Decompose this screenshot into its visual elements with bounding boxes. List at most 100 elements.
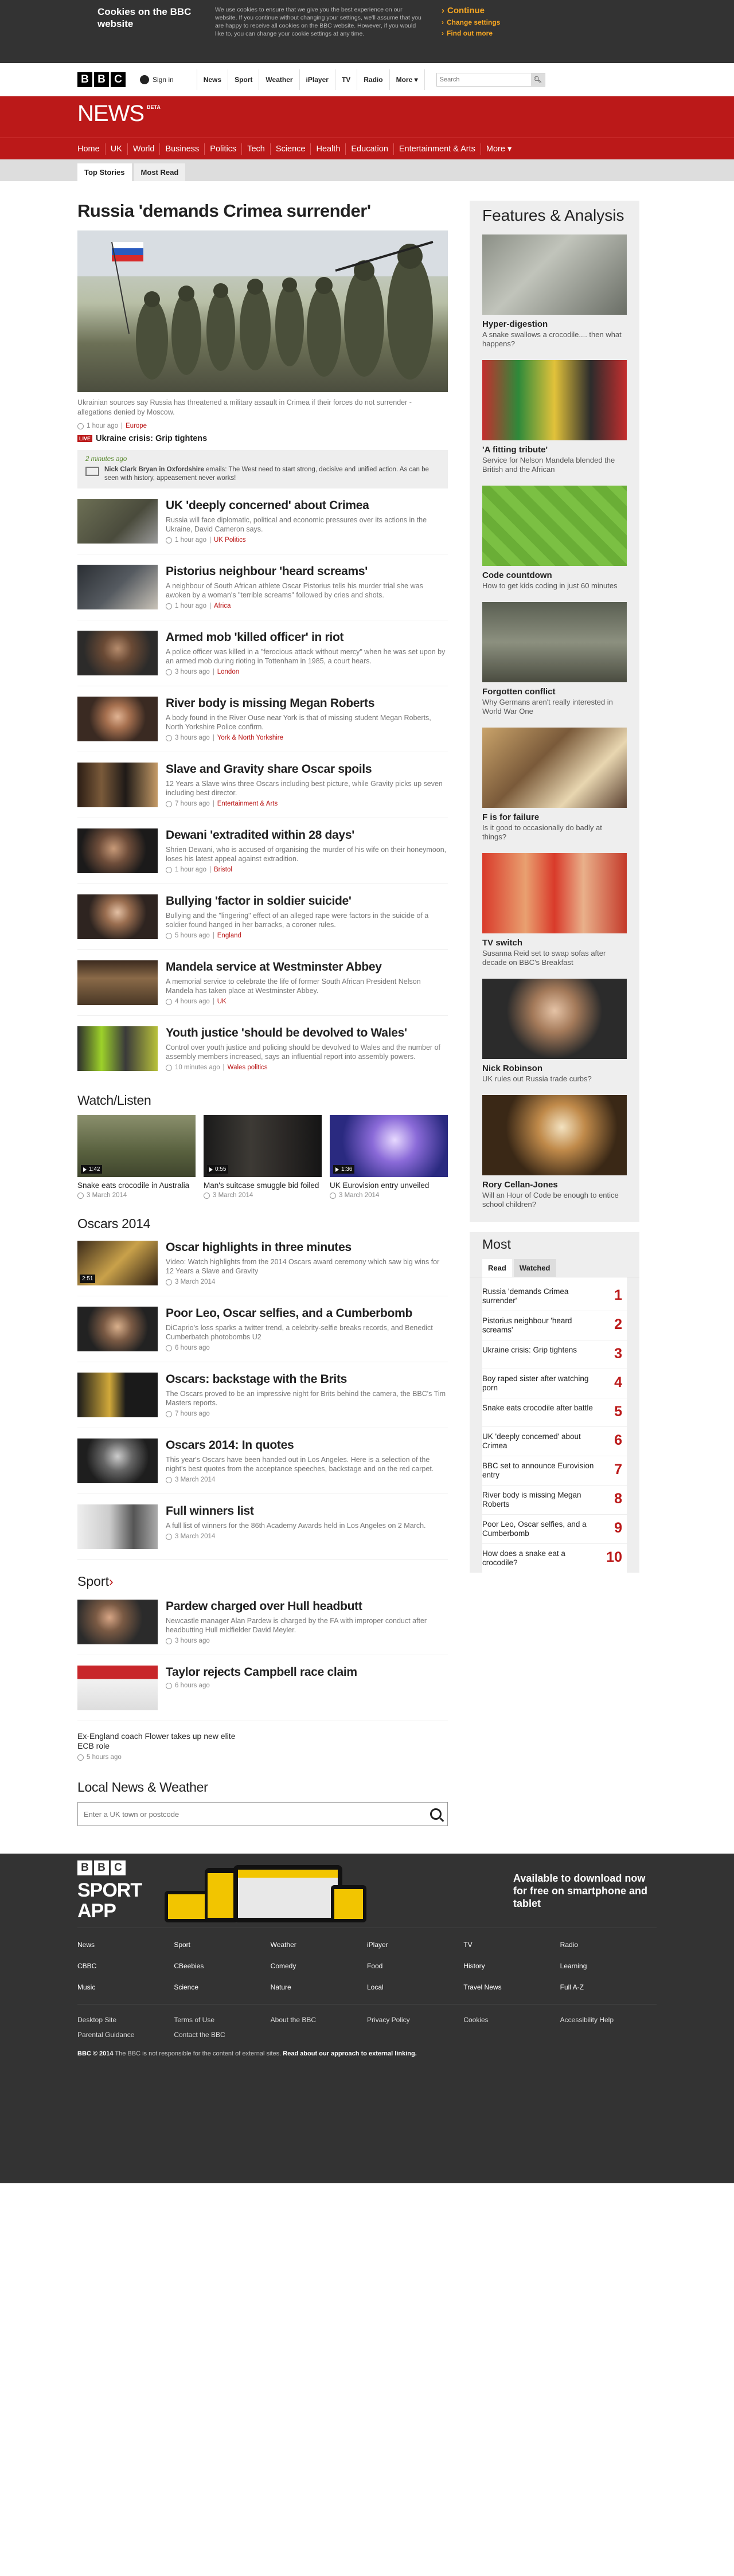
footer-link[interactable]: Food: [367, 1962, 463, 1970]
feature-title[interactable]: Nick Robinson: [482, 1064, 627, 1073]
legal-link[interactable]: About the BBC: [271, 2016, 367, 2024]
global-nav-radio[interactable]: Radio: [357, 69, 390, 90]
footer-link[interactable]: Weather: [271, 1941, 367, 1949]
change-settings-link[interactable]: › Change settings: [442, 18, 500, 26]
list-item[interactable]: UK 'deeply concerned' about Crimea 6: [482, 1427, 627, 1456]
nav-more[interactable]: More ▾: [481, 143, 517, 155]
story-item[interactable]: Poor Leo, Oscar selfies, and a Cumberbom…: [77, 1296, 448, 1362]
global-nav-weather[interactable]: Weather: [259, 69, 300, 90]
legal-link[interactable]: Parental Guidance: [77, 2031, 174, 2039]
section-link[interactable]: York & North Yorkshire: [217, 734, 283, 741]
footer-link[interactable]: Music: [77, 1983, 174, 1991]
footer-link[interactable]: Learning: [560, 1962, 657, 1970]
sport-app-promo[interactable]: BBC SPORT APP Available to download now: [77, 1854, 657, 1928]
nav-home[interactable]: Home: [77, 143, 106, 155]
footer-link[interactable]: iPlayer: [367, 1941, 463, 1949]
story-headline[interactable]: Mandela service at Westminster Abbey: [166, 960, 448, 974]
list-item[interactable]: How does a snake eat a crocodile? 10: [482, 1544, 627, 1573]
footer-link[interactable]: News: [77, 1941, 174, 1949]
nav-politics[interactable]: Politics: [205, 143, 243, 155]
story-item[interactable]: Armed mob 'killed officer' in riot A poli…: [77, 620, 448, 686]
video-title[interactable]: Snake eats crocodile in Australia: [77, 1181, 196, 1190]
global-nav-tv[interactable]: TV: [335, 69, 358, 90]
external-linking-link[interactable]: Read about our approach to external link…: [283, 2050, 416, 2057]
legal-link[interactable]: Privacy Policy: [367, 2016, 463, 2024]
list-item[interactable]: Boy raped sister after watching porn 4: [482, 1369, 627, 1398]
section-link[interactable]: UK: [217, 998, 227, 1005]
feature-item[interactable]: Nick Robinson UK rules out Russia trade c…: [482, 979, 627, 1084]
feature-title[interactable]: 'A fitting tribute': [482, 445, 627, 455]
section-link[interactable]: Bristol: [214, 866, 232, 873]
nav-world[interactable]: World: [128, 143, 161, 155]
section-link[interactable]: Entertainment & Arts: [217, 800, 278, 807]
feature-title[interactable]: Rory Cellan-Jones: [482, 1180, 627, 1190]
list-item[interactable]: Russia 'demands Crimea surrender' 1: [482, 1282, 627, 1311]
nav-entertainment[interactable]: Entertainment & Arts: [394, 143, 481, 155]
story-headline[interactable]: Ex-England coach Flower takes up new eli…: [77, 1731, 244, 1751]
feature-title[interactable]: Code countdown: [482, 570, 627, 580]
story-headline[interactable]: Slave and Gravity share Oscar spoils: [166, 763, 448, 776]
tab-watched[interactable]: Watched: [513, 1259, 556, 1277]
story-headline[interactable]: Pardew charged over Hull headbutt: [166, 1600, 448, 1613]
tab-top-stories[interactable]: Top Stories: [77, 163, 132, 181]
section-link[interactable]: England: [217, 932, 241, 939]
feature-item[interactable]: 'A fitting tribute' Service for Nelson Ma…: [482, 360, 627, 474]
global-nav-sport[interactable]: Sport: [228, 69, 260, 90]
footer-link[interactable]: Local: [367, 1983, 463, 1991]
story-headline[interactable]: Oscars 2014: In quotes: [166, 1439, 448, 1452]
story-headline[interactable]: Oscars: backstage with the Brits: [166, 1373, 448, 1386]
story-item[interactable]: Oscars: backstage with the Brits The Osca…: [77, 1362, 448, 1428]
story-headline[interactable]: River body is missing Megan Roberts: [166, 697, 448, 710]
find-out-more-link[interactable]: › Find out more: [442, 29, 500, 37]
nav-uk[interactable]: UK: [106, 143, 128, 155]
story-item[interactable]: Taylor rejects Campbell race claim 6 hour…: [77, 1655, 448, 1721]
section-link[interactable]: London: [217, 669, 239, 675]
story-item[interactable]: Oscars 2014: In quotes This year's Oscars…: [77, 1428, 448, 1494]
story-headline[interactable]: Youth justice 'should be devolved to Wal…: [166, 1026, 448, 1040]
footer-link[interactable]: Science: [174, 1983, 270, 1991]
bbc-logo[interactable]: BBC: [77, 72, 126, 87]
continue-button[interactable]: › Continue: [442, 6, 500, 15]
lead-headline[interactable]: Russia 'demands Crimea surrender': [77, 201, 448, 221]
story-item[interactable]: 2:51 Oscar highlights in three minutes Vi…: [77, 1238, 448, 1296]
section-link[interactable]: Africa: [214, 603, 231, 609]
video-title[interactable]: Man's suitcase smuggle bid foiled: [204, 1181, 322, 1190]
footer-link[interactable]: Sport: [174, 1941, 270, 1949]
feature-title[interactable]: Forgotten conflict: [482, 687, 627, 697]
feature-title[interactable]: F is for failure: [482, 812, 627, 822]
nav-science[interactable]: Science: [271, 143, 311, 155]
story-item[interactable]: Pardew charged over Hull headbutt Newcast…: [77, 1589, 448, 1655]
global-nav-news[interactable]: News: [197, 69, 229, 90]
feature-item[interactable]: F is for failure Is it good to occasional…: [482, 728, 627, 842]
nav-education[interactable]: Education: [346, 143, 394, 155]
story-item[interactable]: Bullying 'factor in soldier suicide' Bull…: [77, 884, 448, 950]
nav-business[interactable]: Business: [160, 143, 205, 155]
footer-link[interactable]: CBBC: [77, 1962, 174, 1970]
story-headline[interactable]: Pistorius neighbour 'heard screams': [166, 565, 448, 578]
list-item[interactable]: Snake eats crocodile after battle 5: [482, 1398, 627, 1427]
footer-link[interactable]: Nature: [271, 1983, 367, 1991]
video-item[interactable]: 0:55 Man's suitcase smuggle bid foiled 3…: [204, 1115, 322, 1199]
story-item[interactable]: Mandela service at Westminster Abbey A me…: [77, 950, 448, 1016]
feature-title[interactable]: Hyper-digestion: [482, 319, 627, 329]
list-item[interactable]: BBC set to announce Eurovision entry 7: [482, 1456, 627, 1486]
search-input[interactable]: [436, 73, 531, 86]
section-link[interactable]: Europe: [126, 423, 147, 429]
legal-link[interactable]: Accessibility Help: [560, 2016, 657, 2024]
tab-read[interactable]: Read: [482, 1259, 512, 1277]
story-headline[interactable]: Dewani 'extradited within 28 days': [166, 828, 448, 842]
nav-tech[interactable]: Tech: [242, 143, 271, 155]
feature-title[interactable]: TV switch: [482, 938, 627, 948]
story-headline[interactable]: Full winners list: [166, 1504, 426, 1518]
footer-link[interactable]: Radio: [560, 1941, 657, 1949]
story-item[interactable]: Slave and Gravity share Oscar spoils 12 Y…: [77, 752, 448, 818]
story-headline[interactable]: Armed mob 'killed officer' in riot: [166, 631, 448, 644]
story-item[interactable]: River body is missing Megan Roberts A bod…: [77, 686, 448, 752]
feature-item[interactable]: Rory Cellan-Jones Will an Hour of Code be…: [482, 1095, 627, 1209]
footer-link[interactable]: CBeebies: [174, 1962, 270, 1970]
search-icon[interactable]: 🔍︎: [530, 73, 545, 86]
sign-in-link[interactable]: Sign in: [140, 69, 197, 90]
feature-item[interactable]: Code countdown How to get kids coding in …: [482, 486, 627, 591]
story-item[interactable]: Dewani 'extradited within 28 days' Shrien…: [77, 818, 448, 884]
story-item[interactable]: UK 'deeply concerned' about Crimea Russia…: [77, 488, 448, 554]
